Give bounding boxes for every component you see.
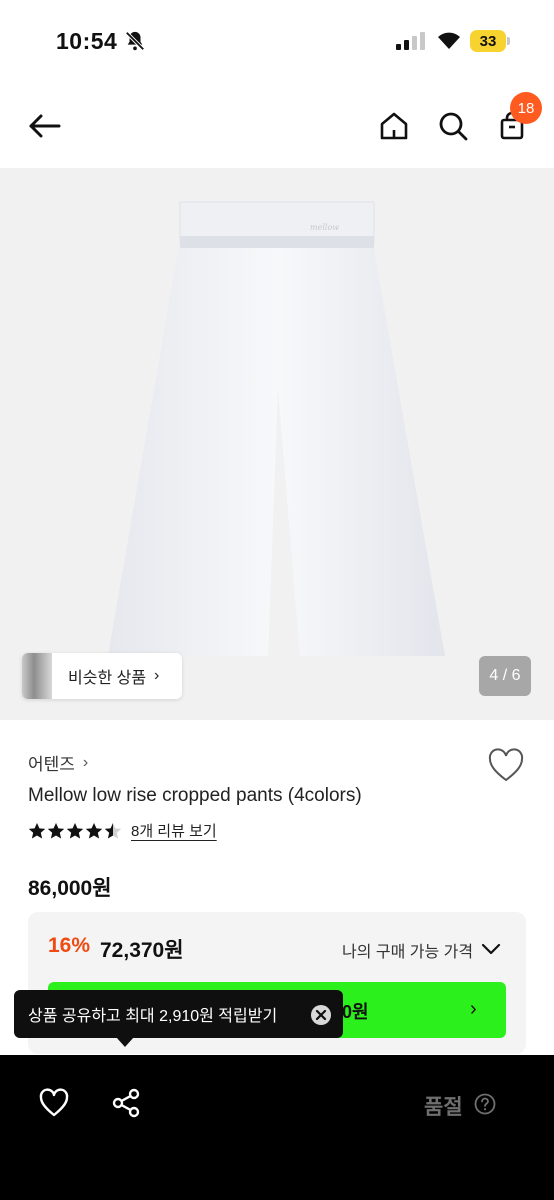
- wishlist-button[interactable]: [486, 746, 526, 786]
- close-x-glyph: [315, 1009, 327, 1021]
- search-button[interactable]: [435, 108, 471, 144]
- battery-level: 33: [470, 30, 506, 52]
- heart-outline-icon: [488, 748, 524, 782]
- star-icon: [104, 822, 122, 838]
- status-time: 10:54: [56, 28, 118, 54]
- battery-tip: [507, 37, 510, 45]
- bottom-wishlist-button[interactable]: [36, 1085, 72, 1121]
- original-price: 86,000원: [28, 877, 112, 900]
- cart-count-badge: 18: [510, 92, 542, 124]
- heart-icon: [39, 1088, 69, 1117]
- discount-price: 72,370원: [100, 939, 184, 962]
- image-page-indicator: 4 / 6: [479, 656, 531, 696]
- star-icon: [47, 822, 65, 838]
- back-button[interactable]: [26, 108, 62, 144]
- star-icon: [66, 822, 84, 838]
- benefit-cta-text: 0원: [342, 1002, 369, 1022]
- similar-products-label: 비슷한 상품: [68, 670, 147, 687]
- my-price-toggle[interactable]: 나의 구매 가능 가격: [342, 938, 473, 962]
- review-link[interactable]: 8개 리뷰 보기: [131, 820, 217, 841]
- brand-link[interactable]: 어텐즈 ›: [28, 750, 88, 775]
- home-button[interactable]: [376, 108, 412, 144]
- chevron-down-icon[interactable]: [480, 938, 502, 960]
- brand-name: 어텐즈: [28, 755, 75, 774]
- product-image-gallery[interactable]: mellow 비슷한 상품 › 4 / 6: [0, 168, 554, 720]
- back-arrow-icon: [29, 114, 61, 138]
- top-navigation: [0, 86, 554, 166]
- status-bar: 10:54 33: [0, 0, 554, 84]
- chevron-right-icon: ›: [154, 667, 160, 684]
- share-icon: [112, 1088, 140, 1118]
- battery-icon: 33: [470, 30, 510, 52]
- cellular-signal-icon: [396, 32, 425, 50]
- rating-row: 8개 리뷰 보기: [28, 820, 217, 841]
- chevron-right-icon: ›: [82, 753, 89, 771]
- share-button[interactable]: [108, 1085, 144, 1121]
- discount-rate: 16%: [48, 934, 91, 957]
- wifi-icon: [438, 32, 460, 49]
- tooltip-text: 상품 공유하고 최대 2,910원 적립받기: [28, 1008, 278, 1025]
- product-title: Mellow low rise cropped pants (4colors): [28, 785, 362, 806]
- similar-product-thumbnail: [22, 653, 52, 699]
- svg-text:mellow: mellow: [310, 223, 339, 232]
- search-icon: [439, 112, 468, 141]
- star-icon: [28, 822, 46, 838]
- bottom-action-bar: 품절: [0, 1055, 554, 1200]
- close-icon[interactable]: [311, 1005, 331, 1025]
- home-icon: [380, 112, 408, 140]
- tooltip-pointer: [116, 1037, 134, 1047]
- star-icon: [85, 822, 103, 838]
- share-reward-tooltip: 상품 공유하고 최대 2,910원 적립받기: [14, 990, 343, 1038]
- question-circle-icon[interactable]: [474, 1093, 496, 1115]
- chevron-right-icon: ›: [470, 998, 477, 1020]
- bell-slash-icon: [125, 31, 145, 51]
- similar-products-button[interactable]: 비슷한 상품 ›: [22, 653, 182, 699]
- star-rating: [28, 822, 123, 840]
- product-image: mellow: [108, 201, 445, 656]
- sold-out-label: 품절: [424, 1096, 463, 1119]
